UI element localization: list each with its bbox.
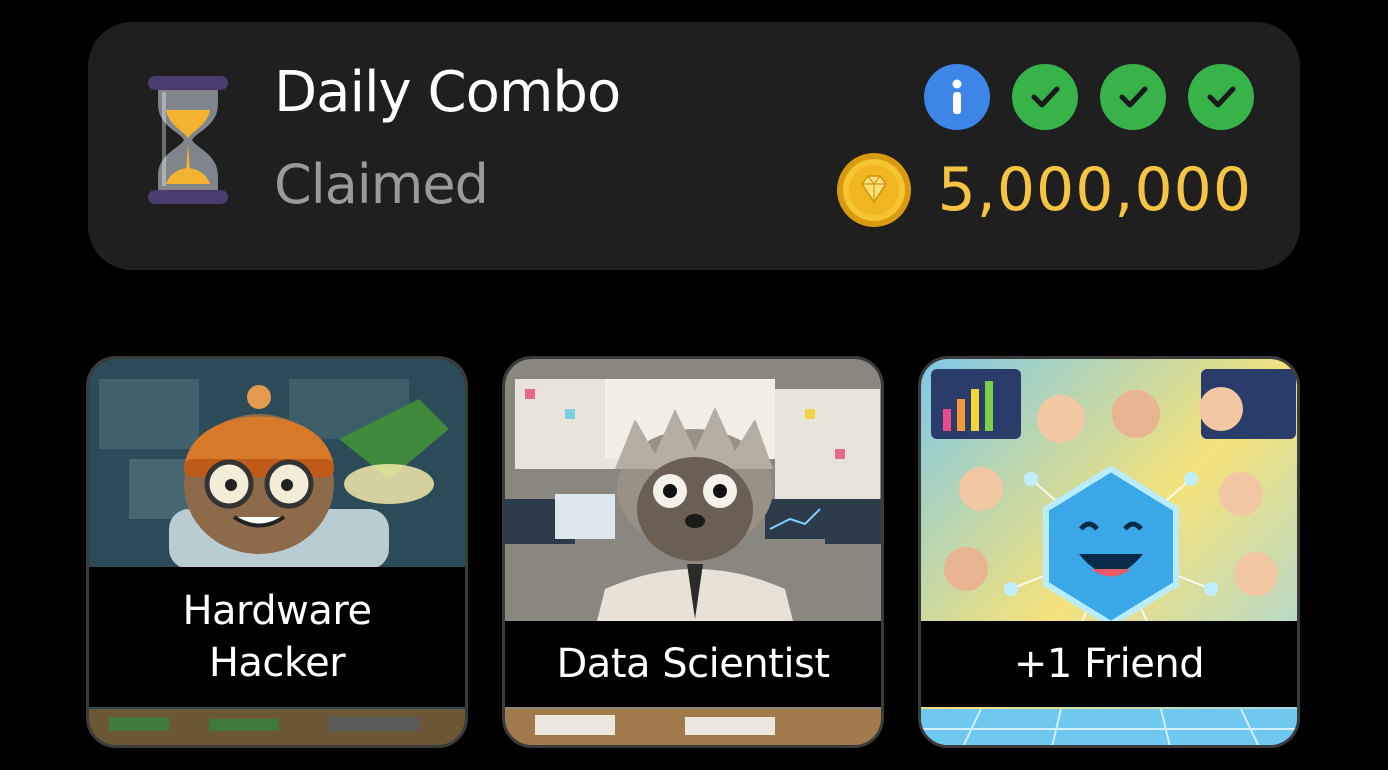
combo-reward: 5,000,000 <box>836 150 1252 230</box>
check-badge-3 <box>1188 64 1254 130</box>
combo-card-data-scientist[interactable]: Data Scientist <box>502 356 884 748</box>
card-label: Data Scientist <box>556 641 831 687</box>
card-label-box: Hardware Hacker <box>89 567 465 707</box>
info-icon <box>952 79 962 114</box>
check-icon <box>1207 86 1236 108</box>
reward-amount: 5,000,000 <box>937 155 1252 225</box>
info-button[interactable] <box>924 64 990 130</box>
combo-card-plus-one-friend[interactable]: +1 Friend <box>918 356 1300 748</box>
coin-icon <box>836 153 911 227</box>
card-label: +1 Friend <box>1013 641 1205 687</box>
check-icon <box>1031 86 1060 108</box>
card-label-box: +1 Friend <box>921 621 1297 707</box>
combo-progress-badges <box>924 64 1254 132</box>
combo-status: Claimed <box>274 153 489 216</box>
card-label: Hardware Hacker <box>182 588 372 686</box>
daily-combo-panel: Daily Combo Claimed 5,000,000 <box>88 22 1300 270</box>
hourglass-icon <box>148 76 228 204</box>
check-badge-1 <box>1012 64 1078 130</box>
check-icon <box>1119 86 1148 108</box>
daily-combo-screen: Daily Combo Claimed 5,000,000 Hardware H… <box>0 0 1388 770</box>
combo-card-hardware-hacker[interactable]: Hardware Hacker <box>86 356 468 748</box>
check-badge-2 <box>1100 64 1166 130</box>
card-label-box: Data Scientist <box>505 621 881 707</box>
combo-title: Daily Combo <box>274 60 621 125</box>
